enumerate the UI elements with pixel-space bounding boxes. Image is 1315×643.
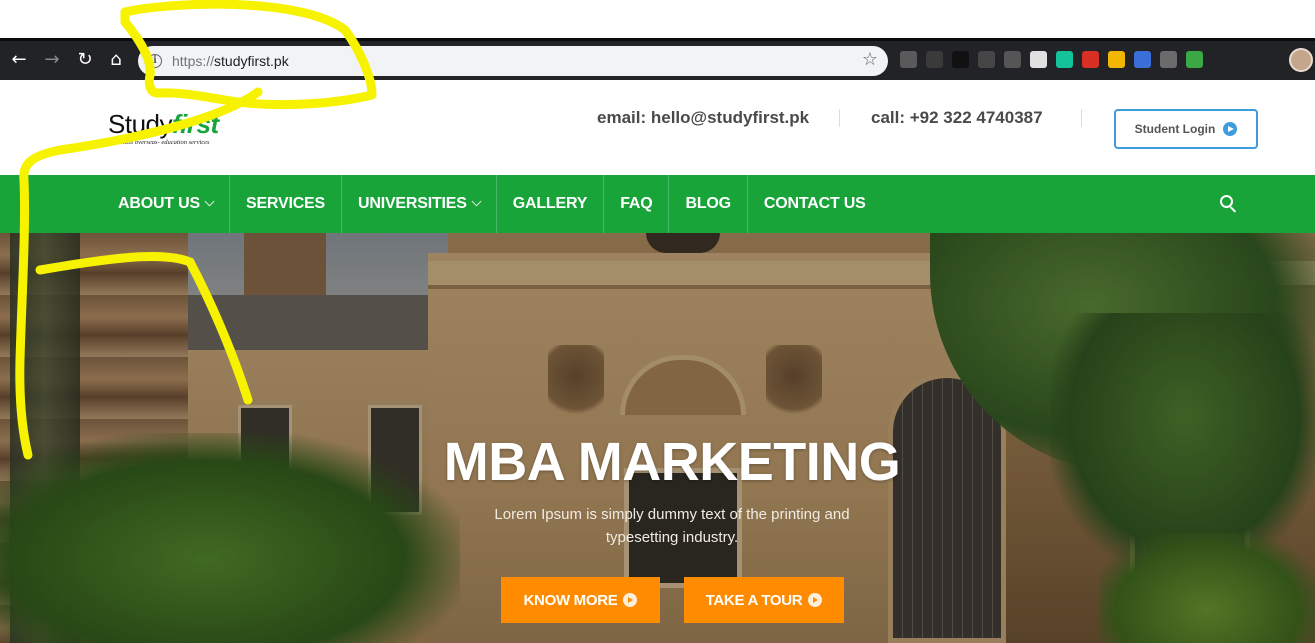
camera-extension-icon[interactable] <box>900 51 917 68</box>
nav-item-label: BLOG <box>685 195 731 212</box>
home-icon[interactable]: ⌂ <box>105 49 127 71</box>
hero-title: MBA MARKETING <box>443 432 901 492</box>
nav-item-about-us[interactable]: ABOUT US <box>102 175 230 233</box>
play-circle-icon <box>808 593 823 607</box>
nav-item-blog[interactable]: BLOG <box>669 175 748 233</box>
nav-item-label: FAQ <box>620 195 653 212</box>
notes-extension-icon[interactable] <box>1108 51 1125 68</box>
nav-item-label: GALLERY <box>512 195 588 212</box>
nav-item-contact-us[interactable]: CONTACT US <box>748 175 882 233</box>
color-picker-extension-icon[interactable] <box>1186 51 1203 68</box>
take-a-tour-button[interactable]: TAKE A TOUR <box>684 577 844 623</box>
forward-arrow-icon[interactable]: → <box>41 49 63 71</box>
browser-toolbar: ← → ↻ ⌂ i https://studyfirst.pk ☆ <box>0 38 1315 80</box>
site-header: Studyfirst 1st class overseas- education… <box>0 80 1315 175</box>
hero-subtitle: Lorem Ipsum is simply dummy text of the … <box>494 506 850 546</box>
chevron-down-icon <box>204 196 215 207</box>
wordpress-extension-icon[interactable] <box>978 51 995 68</box>
white-square-extension-icon[interactable] <box>1030 51 1047 68</box>
student-login-button[interactable]: Student Login <box>1114 109 1258 149</box>
site-info-icon[interactable]: i <box>148 54 162 68</box>
play-circle-icon <box>623 593 638 607</box>
nav-item-label: CONTACT US <box>763 195 866 212</box>
back-arrow-icon[interactable]: ← <box>8 49 30 71</box>
url-text[interactable]: https://studyfirst.pk <box>172 53 289 69</box>
address-bar[interactable]: i https://studyfirst.pk ☆ <box>138 46 888 76</box>
hero-banner: MBA MARKETING Lorem Ipsum is simply dumm… <box>0 233 1315 643</box>
search-icon[interactable] <box>1218 194 1240 216</box>
browser-tabstrip <box>0 0 1315 38</box>
pen-extension-icon[interactable] <box>926 51 943 68</box>
logo-study: Study <box>108 109 173 139</box>
bookmark-star-icon[interactable]: ☆ <box>862 50 878 70</box>
head-extension-icon[interactable] <box>1160 51 1177 68</box>
grammarly-extension-icon[interactable] <box>1056 51 1073 68</box>
main-navigation: ABOUT US SERVICES UNIVERSITIES GALLERY FAQ BL… <box>0 175 1315 233</box>
nav-item-gallery[interactable]: GALLERY <box>497 175 605 233</box>
play-circle-icon <box>1223 122 1238 136</box>
nav-item-label: SERVICES <box>245 195 325 212</box>
url-host: studyfirst.pk <box>214 53 289 69</box>
nav-item-universities[interactable]: UNIVERSITIES <box>342 175 497 233</box>
nav-item-label: ABOUT US <box>118 195 200 212</box>
nav-item-label: UNIVERSITIES <box>358 195 467 212</box>
extension-bar <box>900 51 1203 71</box>
chevron-down-icon <box>471 196 482 207</box>
know-more-button[interactable]: KNOW MORE <box>501 577 660 623</box>
take-a-tour-label: TAKE A TOUR <box>705 591 803 609</box>
logo-wordmark: Studyfirst <box>108 110 219 138</box>
gmail-extension-icon[interactable] <box>1082 51 1099 68</box>
nav-item-services[interactable]: SERVICES <box>230 175 342 233</box>
profile-avatar[interactable] <box>1289 48 1313 72</box>
site-logo[interactable]: Studyfirst 1st class overseas- education… <box>108 110 219 146</box>
eye-extension-icon[interactable] <box>1004 51 1021 68</box>
nav-menu: ABOUT US SERVICES UNIVERSITIES GALLERY FAQ BL… <box>102 175 882 233</box>
header-divider <box>1081 109 1082 127</box>
logo-first: first <box>172 109 219 139</box>
nav-item-faq[interactable]: FAQ <box>604 175 670 233</box>
url-scheme: https:// <box>172 53 215 69</box>
contact-phone[interactable]: call: +92 322 4740387 <box>871 108 1043 128</box>
screenshot-extension-icon[interactable] <box>1134 51 1151 68</box>
qr-extension-icon[interactable] <box>952 51 969 68</box>
reload-icon[interactable]: ↻ <box>74 49 96 71</box>
header-divider <box>839 109 840 127</box>
logo-tagline: 1st class overseas- education services <box>111 139 210 146</box>
student-login-label: Student Login <box>1134 122 1216 136</box>
contact-email[interactable]: email: hello@studyfirst.pk <box>597 108 809 128</box>
know-more-label: KNOW MORE <box>523 591 618 609</box>
